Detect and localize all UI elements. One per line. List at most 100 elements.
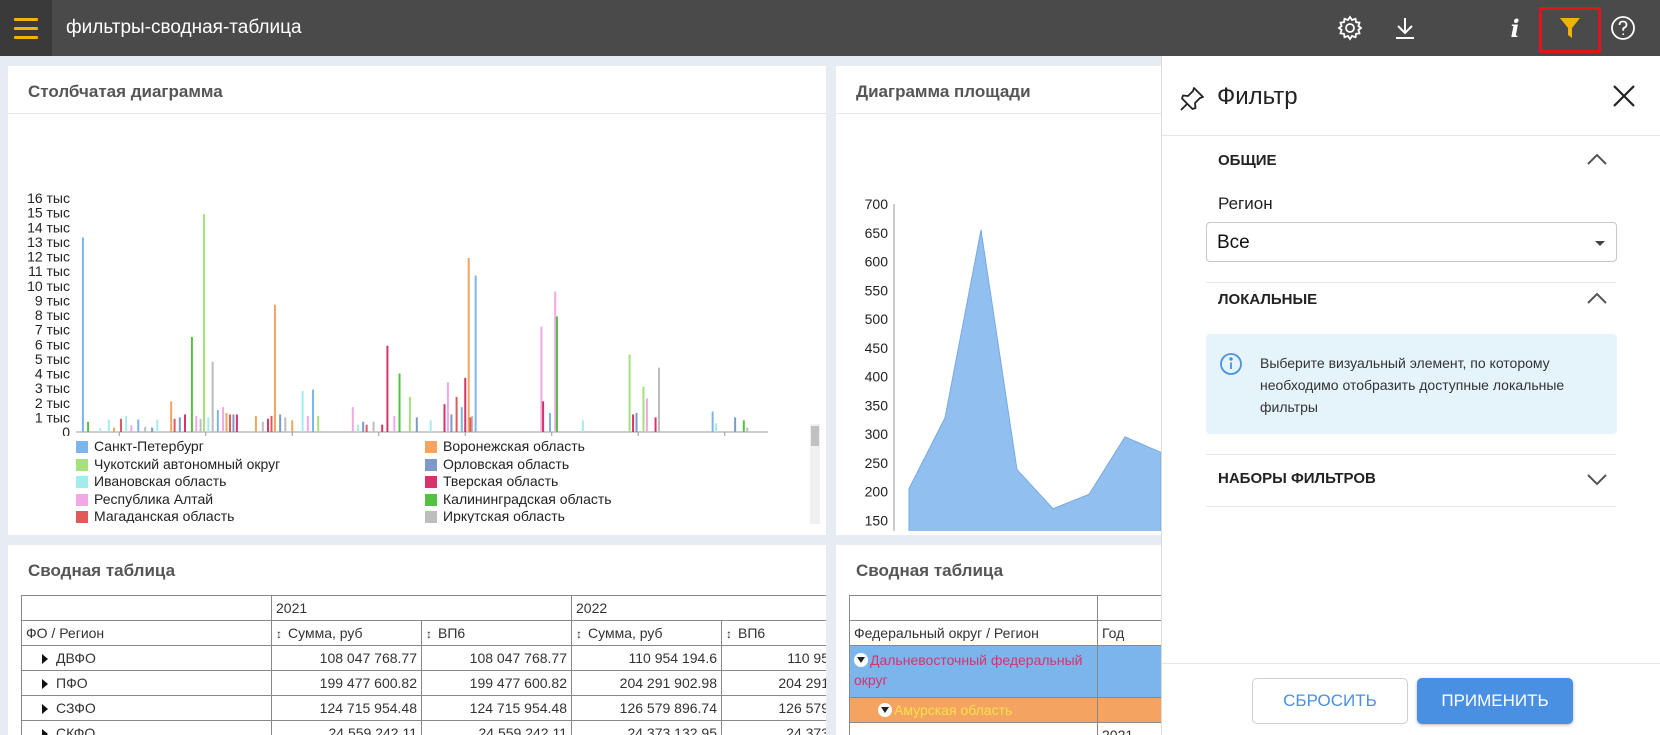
bar[interactable] xyxy=(429,420,432,432)
column-header-vp6-2021[interactable]: ↕ ВП6 xyxy=(421,620,572,646)
bar[interactable] xyxy=(540,326,543,432)
bar[interactable] xyxy=(203,214,206,432)
column-header-sum-2021[interactable]: ↕ Сумма, руб xyxy=(271,620,422,646)
apply-button[interactable]: ПРИМЕНИТЬ xyxy=(1417,678,1573,724)
bar[interactable] xyxy=(460,407,463,432)
bar[interactable] xyxy=(443,404,446,432)
bar[interactable] xyxy=(207,417,210,432)
bar[interactable] xyxy=(137,419,140,432)
area-point[interactable] xyxy=(944,417,946,419)
legend-item[interactable]: Санкт-Петербург xyxy=(76,438,204,455)
region-row-amur[interactable]: Амурская область xyxy=(849,697,1098,723)
bar[interactable] xyxy=(464,377,467,432)
bar[interactable] xyxy=(356,424,359,432)
row-expand-pfo[interactable]: ПФО xyxy=(21,670,272,696)
legend-item[interactable]: Республика Алтай xyxy=(76,491,213,508)
bar[interactable] xyxy=(645,398,648,432)
bar[interactable] xyxy=(362,421,365,432)
bar[interactable] xyxy=(270,415,273,432)
bar[interactable] xyxy=(471,415,474,432)
legend-scrollbar[interactable] xyxy=(810,424,820,524)
bar[interactable] xyxy=(642,386,645,432)
bar[interactable] xyxy=(542,401,545,432)
bar[interactable] xyxy=(455,396,458,432)
legend-item[interactable]: Иркутская область xyxy=(425,508,565,523)
bar[interactable] xyxy=(144,426,147,432)
bar[interactable] xyxy=(291,420,294,432)
bar[interactable] xyxy=(746,427,749,432)
bar[interactable] xyxy=(351,407,354,432)
area-series[interactable] xyxy=(908,229,1162,531)
legend-item[interactable]: Тверская область xyxy=(425,473,558,490)
area-point[interactable] xyxy=(1088,493,1090,495)
bar[interactable] xyxy=(312,389,315,432)
bar[interactable] xyxy=(211,361,214,432)
bar[interactable] xyxy=(381,424,384,432)
bar[interactable] xyxy=(469,417,472,432)
bar[interactable] xyxy=(654,417,657,432)
bar[interactable] xyxy=(232,414,235,432)
info-icon[interactable]: i xyxy=(1497,10,1533,46)
sort-icon[interactable]: ↕ xyxy=(276,627,282,641)
bar[interactable] xyxy=(254,415,257,432)
bar[interactable] xyxy=(222,407,225,432)
bar[interactable] xyxy=(549,412,552,432)
bar[interactable] xyxy=(372,421,375,432)
legend-item[interactable]: Калининградская область xyxy=(425,491,612,508)
legend-item[interactable]: Чукотский автономный округ xyxy=(76,456,280,473)
sort-icon[interactable]: ↕ xyxy=(726,627,732,641)
bar[interactable] xyxy=(107,419,110,432)
bar[interactable] xyxy=(415,417,418,432)
bar[interactable] xyxy=(183,414,186,432)
bar[interactable] xyxy=(267,418,270,432)
bar[interactable] xyxy=(554,291,557,432)
region-select[interactable]: Все xyxy=(1206,222,1617,262)
area-point[interactable] xyxy=(1052,508,1054,510)
chevron-up-icon[interactable] xyxy=(1586,152,1608,166)
bar[interactable] xyxy=(119,418,122,432)
bar[interactable] xyxy=(317,415,320,432)
collapse-arrow-icon[interactable] xyxy=(878,703,892,717)
bar[interactable] xyxy=(628,354,631,432)
sort-icon[interactable]: ↕ xyxy=(576,627,582,641)
column-header-sum-2022[interactable]: ↕ Сумма, руб xyxy=(571,620,722,646)
close-icon[interactable] xyxy=(1612,84,1636,113)
district-row-dvfo[interactable]: Дальневосточный федеральный округ xyxy=(849,645,1098,698)
bar[interactable] xyxy=(715,423,718,432)
bar[interactable] xyxy=(190,336,193,432)
bar[interactable] xyxy=(273,304,276,432)
bar[interactable] xyxy=(446,382,449,432)
bar[interactable] xyxy=(87,421,90,432)
bar[interactable] xyxy=(386,345,389,432)
bar[interactable] xyxy=(178,417,181,432)
bar[interactable] xyxy=(156,419,159,432)
bar[interactable] xyxy=(734,417,737,432)
bar[interactable] xyxy=(170,401,173,432)
bar[interactable] xyxy=(235,414,238,432)
bar[interactable] xyxy=(632,414,635,432)
bar[interactable] xyxy=(228,414,231,432)
bar[interactable] xyxy=(125,415,128,432)
bar[interactable] xyxy=(393,415,396,432)
area-point[interactable] xyxy=(1016,469,1018,471)
bar[interactable] xyxy=(279,414,282,432)
bar[interactable] xyxy=(195,415,198,432)
bar[interactable] xyxy=(711,411,714,432)
bar[interactable] xyxy=(199,418,202,432)
legend-item[interactable]: Магаданская область xyxy=(76,508,234,523)
bar[interactable] xyxy=(301,391,304,432)
area-point[interactable] xyxy=(980,229,982,231)
legend-item[interactable]: Ивановская область xyxy=(76,473,226,490)
sort-icon[interactable]: ↕ xyxy=(426,627,432,641)
bar[interactable] xyxy=(450,414,453,432)
filter-funnel-icon[interactable] xyxy=(1552,10,1588,46)
reset-button[interactable]: СБРОСИТЬ xyxy=(1252,678,1408,724)
chevron-down-icon[interactable] xyxy=(1586,472,1608,486)
legend-item[interactable]: Воронежская область xyxy=(425,438,585,455)
area-point[interactable] xyxy=(908,488,910,490)
bar[interactable] xyxy=(261,421,264,432)
hamburger-menu-icon[interactable] xyxy=(0,0,52,56)
help-icon[interactable] xyxy=(1605,10,1641,46)
bar[interactable] xyxy=(408,396,411,432)
collapse-arrow-icon[interactable] xyxy=(854,653,868,667)
